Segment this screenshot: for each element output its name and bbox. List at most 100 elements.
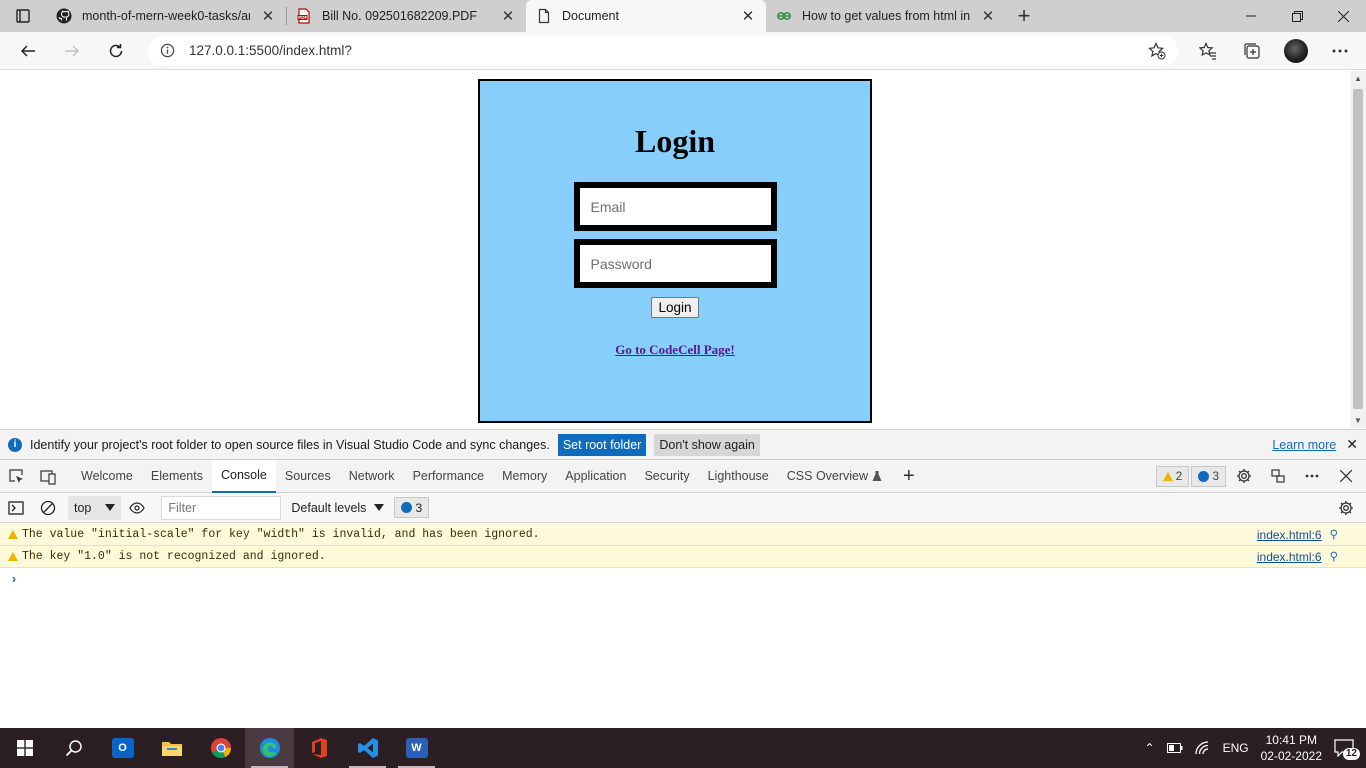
console-filter-input[interactable] [161,495,282,520]
context-selector[interactable]: top [68,495,122,520]
system-tray: ⌃ ENG 10:41 PM 02-02-2022 12 [1145,732,1366,764]
messages-badge[interactable]: 3 [1191,465,1226,487]
learn-more-link[interactable]: Learn more [1272,438,1336,452]
clock[interactable]: 10:41 PM 02-02-2022 [1261,732,1322,764]
forward-button[interactable] [50,32,94,70]
dont-show-again-button[interactable]: Don't show again [654,433,760,456]
source-link[interactable]: index.html:6 [1257,528,1322,542]
warning-icon [1162,471,1173,481]
log-levels-dropdown[interactable]: Default levels [291,501,385,515]
tab-memory[interactable]: Memory [493,460,556,493]
geeksforgeeks-icon [776,8,792,24]
console-settings-button[interactable] [1330,491,1362,524]
tab-lighthouse[interactable]: Lighthouse [699,460,778,493]
url-text[interactable]: 127.0.0.1:5500/index.html? [189,43,1134,58]
close-icon[interactable]: ✕ [260,8,276,25]
set-root-folder-button[interactable]: Set root folder [557,433,647,456]
clear-console-button[interactable] [32,491,64,524]
more-tools-button[interactable]: + [891,465,927,488]
word-app[interactable]: W [392,728,441,768]
login-button[interactable]: Login [651,297,699,318]
console-warning-row[interactable]: The key "1.0" is not recognized and igno… [0,546,1366,568]
email-field[interactable] [573,182,777,231]
browser-tab[interactable]: PDF Bill No. 092501682209.PDF ✕ [286,0,526,32]
battery-icon[interactable] [1166,743,1183,753]
warning-icon [8,552,18,561]
start-icon [16,740,33,756]
show-sidebar-button[interactable] [0,491,32,524]
issues-badge[interactable]: 3 [394,497,430,518]
password-field[interactable] [573,239,777,288]
office-app[interactable] [294,728,343,768]
tab-console[interactable]: Console [211,459,276,493]
language-indicator[interactable]: ENG [1223,741,1249,755]
devtools-settings-button[interactable] [1228,460,1260,493]
close-icon[interactable]: ✕ [980,8,996,25]
console-prompt[interactable]: › [0,568,1366,591]
browser-tab-strip: month-of-mern-week0-tasks/arr ✕ PDF Bill… [0,0,1366,32]
device-emulation-button[interactable] [32,460,64,493]
customize-devtools-button[interactable] [1296,460,1328,493]
source-link[interactable]: index.html:6 [1257,550,1322,564]
profile-avatar[interactable] [1284,38,1308,63]
tab-title: Document [562,9,619,23]
collections-button[interactable] [1230,32,1274,70]
tab-network[interactable]: Network [340,460,404,493]
edge-app[interactable] [245,728,294,768]
page-scrollbar[interactable]: ▲ ▼ [1350,71,1366,428]
scroll-down-icon[interactable]: ▼ [1354,416,1362,425]
browser-tab[interactable]: month-of-mern-week0-tasks/arr ✕ [46,0,286,32]
warning-count: 2 [1175,469,1183,483]
new-tab-button[interactable]: + [1006,0,1042,32]
clear-icon [40,500,56,515]
restore-button[interactable] [1274,0,1320,32]
scroll-up-icon[interactable]: ▲ [1354,74,1362,83]
start-button[interactable] [0,728,49,768]
tab-css-overview[interactable]: CSS Overview [778,460,891,493]
address-bar[interactable]: 127.0.0.1:5500/index.html? [148,35,1178,66]
plus-icon: + [903,464,915,487]
pdf-icon: PDF [296,8,312,24]
close-window-button[interactable] [1320,0,1366,32]
forward-arrow-icon [65,44,80,57]
browser-tab-active[interactable]: Document ✕ [526,0,766,32]
chevron-up-icon[interactable]: ⌃ [1145,741,1155,755]
wifi-icon[interactable] [1194,741,1211,755]
notification-center-button[interactable]: 12 [1334,739,1360,760]
close-icon[interactable]: ✕ [740,8,756,25]
live-expression-button[interactable] [121,491,153,524]
outlook-app[interactable]: O [98,728,147,768]
clock-time: 10:41 PM [1265,733,1317,747]
minimize-button[interactable] [1228,0,1274,32]
codecell-link[interactable]: Go to CodeCell Page! [480,342,870,358]
inspect-element-button[interactable] [0,460,32,493]
refresh-button[interactable] [94,32,138,70]
tab-actions-button[interactable] [0,0,46,32]
warnings-badge[interactable]: 2 [1155,465,1190,487]
settings-menu-button[interactable] [1318,32,1362,70]
connect-device-button[interactable] [1262,460,1294,493]
close-devtools-button[interactable] [1330,460,1362,493]
file-explorer-app[interactable] [147,728,196,768]
search-button[interactable] [49,728,98,768]
tab-welcome[interactable]: Welcome [72,460,142,493]
scrollbar-thumb[interactable] [1353,89,1363,409]
search-icon[interactable]: ⚲ [1330,549,1338,564]
search-icon[interactable]: ⚲ [1330,527,1338,542]
info-icon[interactable] [160,43,175,58]
tab-performance[interactable]: Performance [404,460,494,493]
vscode-app[interactable] [343,728,392,768]
favorites-button[interactable] [1186,32,1230,70]
tab-elements[interactable]: Elements [142,460,212,493]
back-button[interactable] [6,32,50,70]
context-value: top [74,500,92,515]
tab-application[interactable]: Application [556,460,635,493]
add-favorite-icon[interactable] [1148,41,1166,60]
chrome-app[interactable] [196,728,245,768]
console-warning-row[interactable]: The value "initial-scale" for key "width… [0,524,1366,546]
close-icon[interactable]: ✕ [500,8,516,25]
close-icon[interactable]: ✕ [1346,436,1358,453]
browser-tab[interactable]: How to get values from html inp ✕ [766,0,1006,32]
tab-security[interactable]: Security [635,460,698,493]
tab-sources[interactable]: Sources [276,460,340,493]
